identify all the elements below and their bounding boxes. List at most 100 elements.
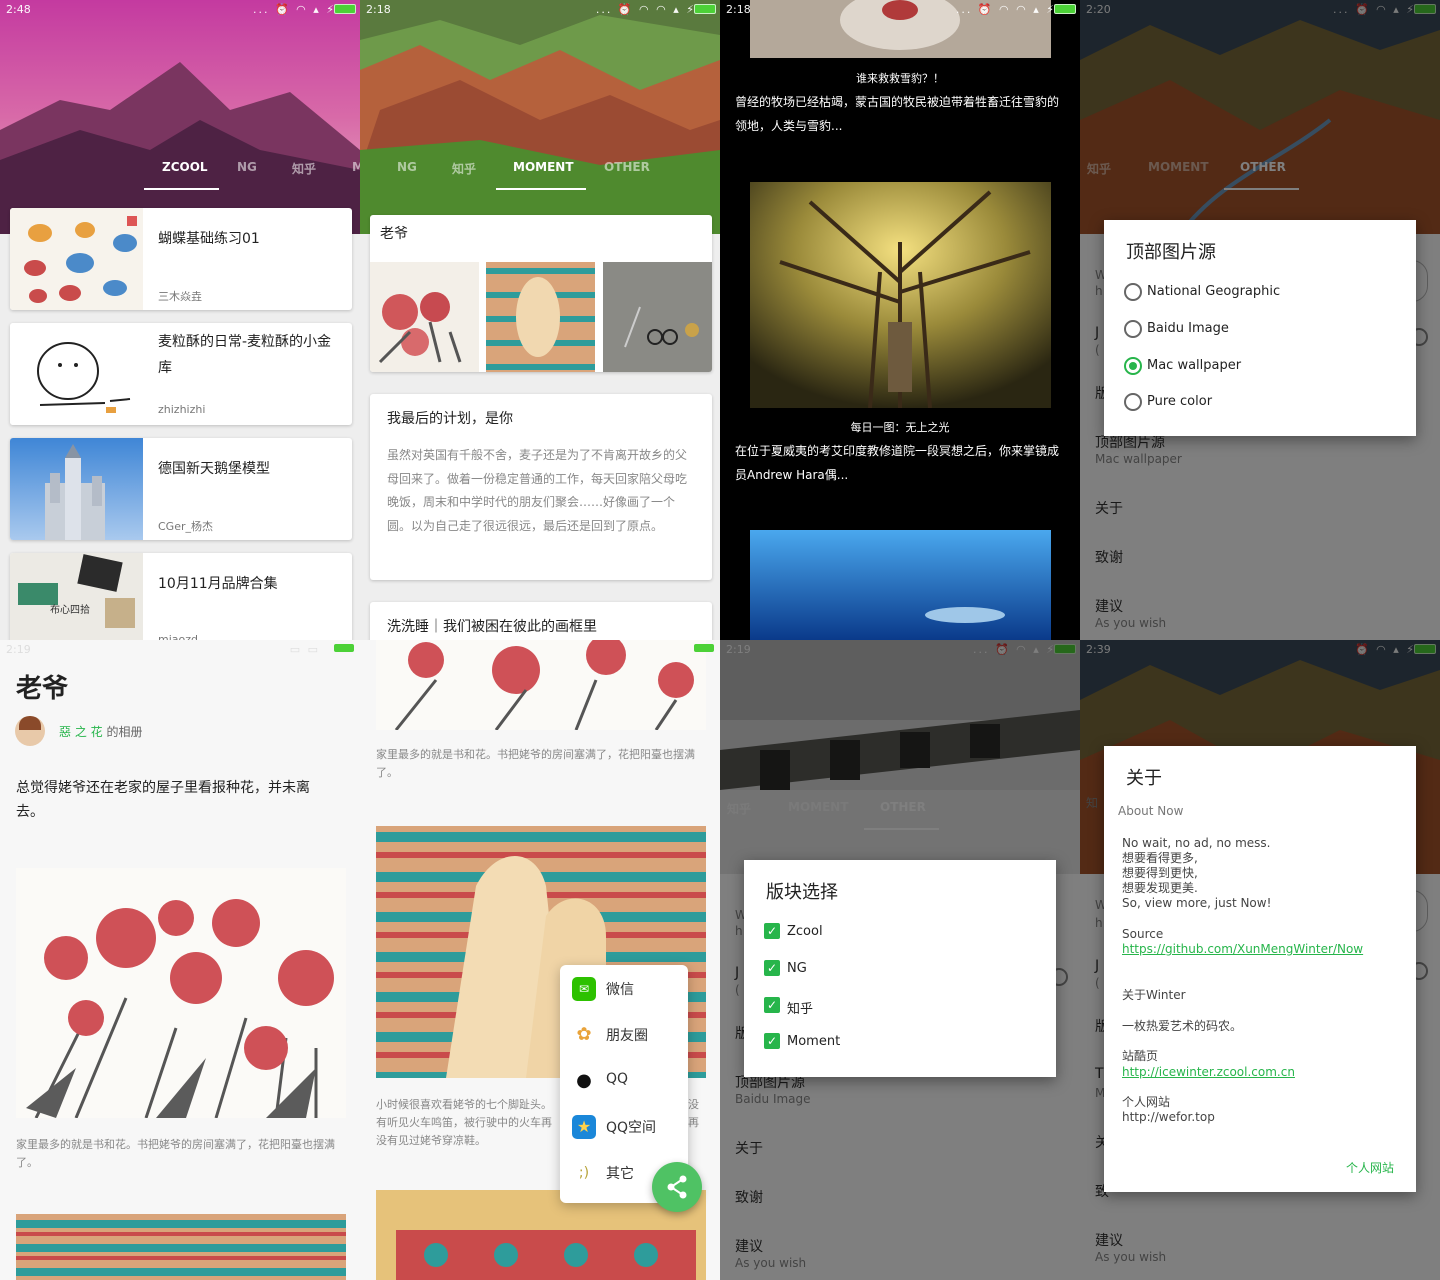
panel-moment-feed: 2:18 ... ⏰ ◠ ◠ ▴ ⚡ NG 知乎 MOMENT OTHER 老爷… <box>360 0 720 640</box>
avatar[interactable] <box>15 716 45 746</box>
option-label[interactable]: National Geographic <box>1147 284 1280 299</box>
tab-moment[interactable]: M <box>352 160 360 174</box>
tab-zcool[interactable]: ZCOOL <box>162 160 208 174</box>
image-caption: 家里最多的就是书和花。书把姥爷的房间塞满了，花把阳臺也摆满了。 <box>376 748 695 779</box>
checkbox-moment[interactable]: ✓ <box>764 1033 780 1049</box>
section-select-dialog: 版块选择 ✓ Zcool ✓ NG ✓ 知乎 ✓ Moment <box>744 860 1056 1077</box>
other-icon: ;) <box>572 1161 596 1185</box>
battery-icon <box>334 4 356 14</box>
share-qq[interactable]: QQ <box>606 1071 628 1087</box>
tab-indicator <box>144 188 219 190</box>
underwater-image[interactable] <box>750 530 1051 640</box>
item-body[interactable]: 在位于夏威夷的考艾印度教修道院一段冥想之后，你来掌镜成员Andrew Hara偶… <box>735 439 1070 487</box>
source-label: Source <box>1122 927 1164 941</box>
radio-baidu-image[interactable] <box>1124 320 1142 338</box>
card-title: 10月11月品牌合集 <box>158 576 278 592</box>
list-item[interactable]: 麦粒酥的日常-麦粒酥的小金库 zhizhizhi <box>10 323 352 425</box>
checkbox-zhihu[interactable]: ✓ <box>764 997 780 1013</box>
personal-site-button[interactable]: 个人网站 <box>1346 1159 1394 1176</box>
status-icons: ... ⏰ ◠ ◠ ▴ ⚡ <box>595 3 696 16</box>
share-wechat[interactable]: 微信 <box>606 979 634 999</box>
card-images <box>370 262 712 372</box>
tab-ng[interactable]: NG <box>397 160 417 174</box>
option-label[interactable]: Baidu Image <box>1147 321 1229 336</box>
tab-zhihu[interactable]: 知乎 <box>452 160 476 177</box>
status-time: 2:18 <box>366 3 391 16</box>
image-caption: 家里最多的就是书和花。书把姥爷的房间塞满了，花把阳臺也摆满了。 <box>16 1138 335 1169</box>
banyan-tree-image[interactable] <box>750 182 1051 408</box>
battery-icon <box>694 644 714 652</box>
castle-thumbnail <box>10 438 143 540</box>
checkbox-zcool[interactable]: ✓ <box>764 923 780 939</box>
site-url[interactable]: http://wefor.top <box>1122 1110 1215 1125</box>
article-title: 老爷 <box>16 674 69 704</box>
article-desc: 总觉得姥爷还在老家的屋子里看报种花，并未离去。 <box>16 780 310 820</box>
author-line: 惡 之 花 的相册 <box>59 723 142 740</box>
tab-zhihu[interactable]: 知乎 <box>292 160 316 177</box>
option-label[interactable]: Moment <box>787 1034 840 1049</box>
dialog-title: 关于 <box>1126 768 1162 789</box>
tab-bar: ZCOOL NG 知乎 M <box>0 158 360 180</box>
card-title: 德国新天鹅堡模型 <box>158 461 270 477</box>
about-line: No wait, no ad, no mess. <box>1122 836 1271 850</box>
item-body[interactable]: 曾经的牧场已经枯竭，蒙古国的牧民被迫带着牲畜迁往雪豹的领地，人类与雪豹... <box>735 90 1070 138</box>
option-label[interactable]: Pure color <box>1147 394 1212 409</box>
status-bar: 2:18 ... ⏰ ◠ ◠ ▴ ⚡ <box>720 0 1080 18</box>
status-icons: ... ⏰ ◠ ◠ ▴ ⚡ <box>955 3 1056 16</box>
list-item[interactable]: 蝴蝶基础练习01 三木焱垚 <box>10 208 352 310</box>
panel-settings-image-source: W h J ( 版 顶部图片源 Mac wallpaper 关于 致谢 建议 A… <box>1080 0 1440 640</box>
list-item[interactable]: 布心四拾 10月11月品牌合集 miaozd <box>10 553 352 640</box>
source-link[interactable]: https://github.com/XunMengWinter/Now <box>1122 942 1363 956</box>
album-label: 的相册 <box>106 725 143 739</box>
panel-zcool-feed: 2:48 ... ⏰ ◠ ▴ ⚡ ZCOOL NG 知乎 M 蝴蝶基础练习01 … <box>0 0 360 640</box>
cartoon-thumbnail <box>10 323 143 425</box>
card-author: 三木焱垚 <box>158 290 202 303</box>
share-icon <box>667 1175 687 1199</box>
brand-thumbnail <box>10 553 143 640</box>
flowers-painting[interactable] <box>16 868 346 1118</box>
panel-article: 2:19 ▭ ▭ 老爷 惡 之 花 的相册 总觉得姥爷还在老家的屋子里看报种花，… <box>0 640 360 1280</box>
card-title: 麦粒酥的日常-麦粒酥的小金库 <box>158 334 332 376</box>
item-caption: 每日一图：无上之光 <box>850 421 950 434</box>
moments-icon: ✿ <box>572 1023 596 1047</box>
tab-moment[interactable]: MOMENT <box>513 160 574 174</box>
option-label[interactable]: Zcool <box>787 924 823 939</box>
panel-settings-about: 知 W h J ( 版 T M 关 致 建议 As you wish 2:39 … <box>1080 640 1440 1280</box>
option-label[interactable]: Mac wallpaper <box>1147 358 1241 373</box>
image-caption: 小时候很喜欢看姥爷的七个脚趾头。有听见火车鸣笛，被行驶中的火车再没有见过姥爷穿凉… <box>376 1098 552 1147</box>
card-author: miaozd <box>158 633 198 640</box>
option-label[interactable]: NG <box>787 961 807 976</box>
battery-icon <box>1054 4 1076 14</box>
list-item[interactable]: 洗洗睡｜我们被困在彼此的画框里 <box>370 602 712 640</box>
panel-settings-sections: W h J ( 版 顶部图片源 Baidu Image 关于 致谢 建议 As … <box>720 640 1080 1280</box>
option-label[interactable]: 知乎 <box>787 998 813 1017</box>
about-line: 想要发现更美. <box>1122 881 1198 895</box>
zcool-label: 站酷页 <box>1122 1049 1159 1063</box>
list-item[interactable]: 我最后的计划，是你 虽然对英国有千般不舍，麦子还是为了不肯离开故乡的父母回来了。… <box>370 394 712 580</box>
about-now-label: About Now <box>1118 804 1184 818</box>
share-qzone[interactable]: QQ空间 <box>606 1117 656 1137</box>
about-dialog: 关于 About Now No wait, no ad, no mess. 想要… <box>1104 746 1416 1192</box>
list-item[interactable]: 德国新天鹅堡模型 CGer_杨杰 <box>10 438 352 540</box>
qzone-icon: ★ <box>572 1115 596 1139</box>
zcool-link[interactable]: http://icewinter.zcool.com.cn <box>1122 1065 1295 1079</box>
share-moments[interactable]: 朋友圈 <box>606 1025 648 1045</box>
status-icons: ▭ ▭ <box>289 643 320 656</box>
list-item[interactable]: 老爷 <box>370 215 712 372</box>
share-fab[interactable] <box>652 1162 702 1212</box>
share-other[interactable]: 其它 <box>606 1163 634 1183</box>
brand-thumbnail-text: 布心四拾 <box>50 605 90 616</box>
radio-national-geographic[interactable] <box>1124 283 1142 301</box>
tab-other[interactable]: OTHER <box>604 160 650 174</box>
checkbox-ng[interactable]: ✓ <box>764 960 780 976</box>
pattern-painting[interactable] <box>16 1214 346 1280</box>
radio-mac-wallpaper[interactable] <box>1124 357 1142 375</box>
status-icons: ... ⏰ ◠ ▴ ⚡ <box>252 3 336 16</box>
radio-pure-color[interactable] <box>1124 393 1142 411</box>
tab-bar: NG 知乎 MOMENT OTHER <box>360 158 720 180</box>
status-time: 2:48 <box>6 3 31 16</box>
author-link[interactable]: 惡 之 花 <box>59 725 103 739</box>
tab-ng[interactable]: NG <box>237 160 257 174</box>
status-bar <box>360 640 720 658</box>
dialog-title: 顶部图片源 <box>1126 242 1216 263</box>
